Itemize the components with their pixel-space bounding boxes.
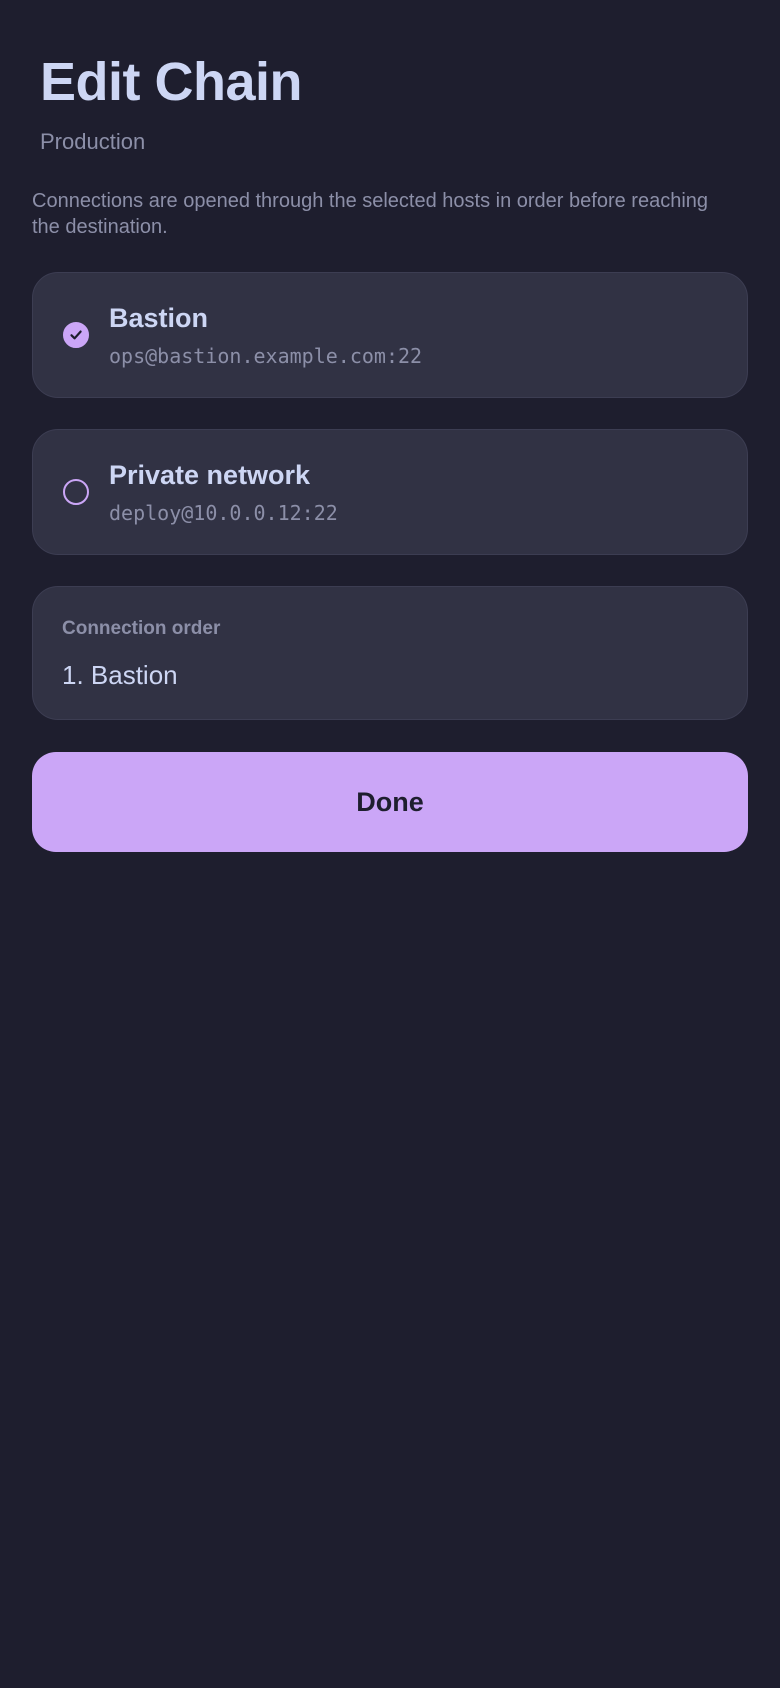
host-name: Bastion <box>109 303 209 333</box>
check-circle-icon[interactable] <box>63 322 89 348</box>
connection-order-card: Connection order 1. Bastion <box>32 586 748 720</box>
page-subtitle: Production <box>40 129 146 154</box>
host-option-bastion[interactable]: Bastion ops@bastion.example.com:22 <box>32 272 748 398</box>
chain-description: Connections are opened through the selec… <box>32 190 709 238</box>
page-title: Edit Chain <box>40 52 303 112</box>
host-option-private-network[interactable]: Private network deploy@10.0.0.12:22 <box>32 429 748 555</box>
done-button[interactable]: Done <box>32 752 748 852</box>
edit-chain-screen: Edit Chain Production Connections are op… <box>0 0 780 1688</box>
host-name: Private network <box>109 460 311 490</box>
empty-circle-icon[interactable] <box>63 479 89 505</box>
host-address: deploy@10.0.0.12:22 <box>109 501 338 525</box>
connection-order-item: 1. Bastion <box>62 660 178 690</box>
header: Edit Chain Production <box>32 0 748 156</box>
host-address: ops@bastion.example.com:22 <box>109 344 423 368</box>
connection-order-label: Connection order <box>62 618 221 639</box>
